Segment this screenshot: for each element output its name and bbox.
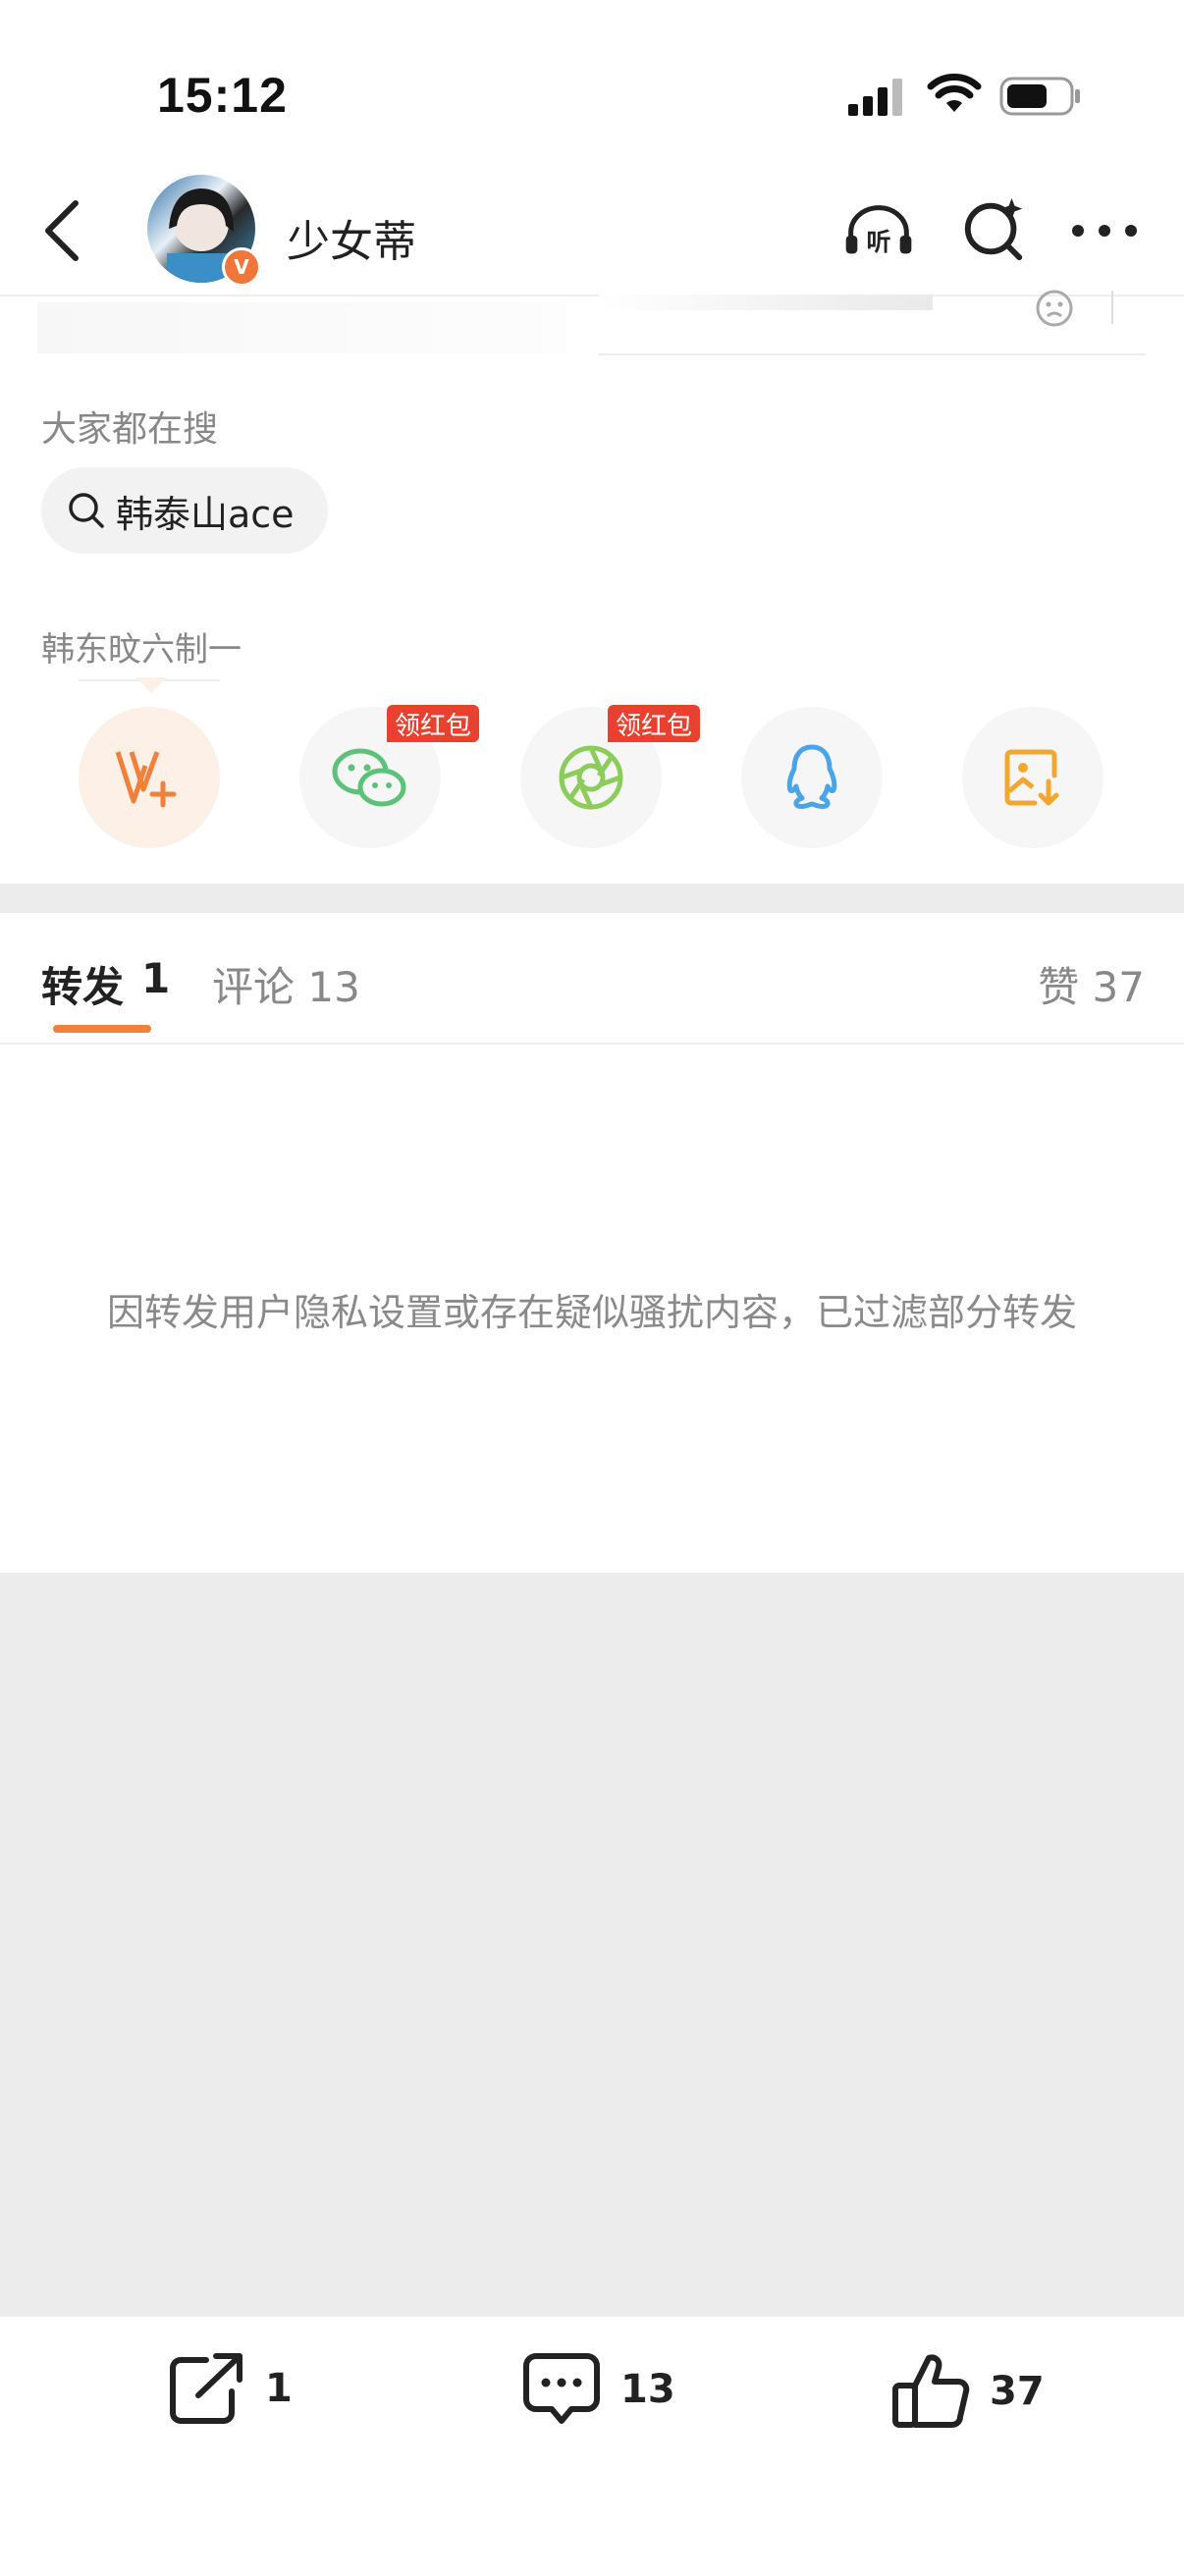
trending-search-chip[interactable]: 韩泰山ace xyxy=(41,467,328,554)
tab-repost-count[interactable]: 1 xyxy=(141,954,170,1002)
tab-divider xyxy=(0,1043,1184,1045)
tooltip-pointer xyxy=(135,677,167,693)
listen-label: 听 xyxy=(866,228,890,256)
section-separator xyxy=(0,884,1184,913)
tab-like[interactable]: 赞 37 xyxy=(1038,954,1145,1014)
like-button[interactable]: 37 xyxy=(891,2352,1045,2431)
signal-icon xyxy=(848,77,905,120)
tab-comment[interactable]: 评论 13 xyxy=(212,954,360,1014)
save-image-icon xyxy=(1004,749,1059,806)
red-packet-badge: 领红包 xyxy=(387,705,480,742)
content-divider xyxy=(599,353,1145,355)
content-remnant-divider xyxy=(1111,291,1113,324)
filtered-notice: 因转发用户隐私设置或存在疑似骚扰内容，已过滤部分转发 xyxy=(106,1291,1077,1334)
share-arrow-icon xyxy=(170,2353,242,2424)
comment-button[interactable]: 13 xyxy=(522,2352,675,2427)
empty-area xyxy=(0,1573,1184,2315)
comment-count: 13 xyxy=(620,2367,675,2412)
comment-icon xyxy=(523,2353,600,2424)
hashtag-label[interactable]: 韩东旼六制一 xyxy=(41,622,242,671)
search-sparkle-icon[interactable] xyxy=(960,194,1029,263)
back-icon[interactable] xyxy=(27,196,96,265)
wifi-icon xyxy=(927,73,982,120)
tab-repost[interactable]: 转发 xyxy=(41,954,124,1014)
listen-headphones-icon[interactable]: 听 xyxy=(844,196,913,265)
battery-icon xyxy=(999,77,1082,120)
content-remnant xyxy=(599,295,933,310)
repost-button[interactable]: 1 xyxy=(167,2352,293,2425)
active-tab-indicator xyxy=(53,1025,151,1033)
nav-divider xyxy=(0,295,1184,296)
weibo-repost-icon xyxy=(115,751,177,808)
qq-icon xyxy=(786,744,837,810)
search-icon xyxy=(69,493,104,528)
share-qq-button[interactable] xyxy=(741,707,883,848)
trending-search-label: 大家都在搜 xyxy=(41,409,219,450)
moments-icon xyxy=(559,745,623,810)
repost-count: 1 xyxy=(265,2366,293,2411)
wechat-icon xyxy=(332,748,406,807)
status-time: 15:12 xyxy=(157,68,288,123)
page-title: 少女蒂 xyxy=(287,217,416,267)
trending-search-text: 韩泰山ace xyxy=(116,492,295,536)
more-icon[interactable] xyxy=(1070,196,1139,265)
save-image-button[interactable] xyxy=(962,707,1103,848)
verified-badge-icon: V xyxy=(222,247,261,287)
thumbs-up-icon xyxy=(892,2354,970,2428)
sad-face-icon[interactable] xyxy=(1035,289,1074,332)
like-count: 37 xyxy=(990,2369,1045,2414)
content-remnant xyxy=(37,302,567,353)
share-weibo-button[interactable] xyxy=(79,707,220,848)
red-packet-badge: 领红包 xyxy=(608,705,701,742)
